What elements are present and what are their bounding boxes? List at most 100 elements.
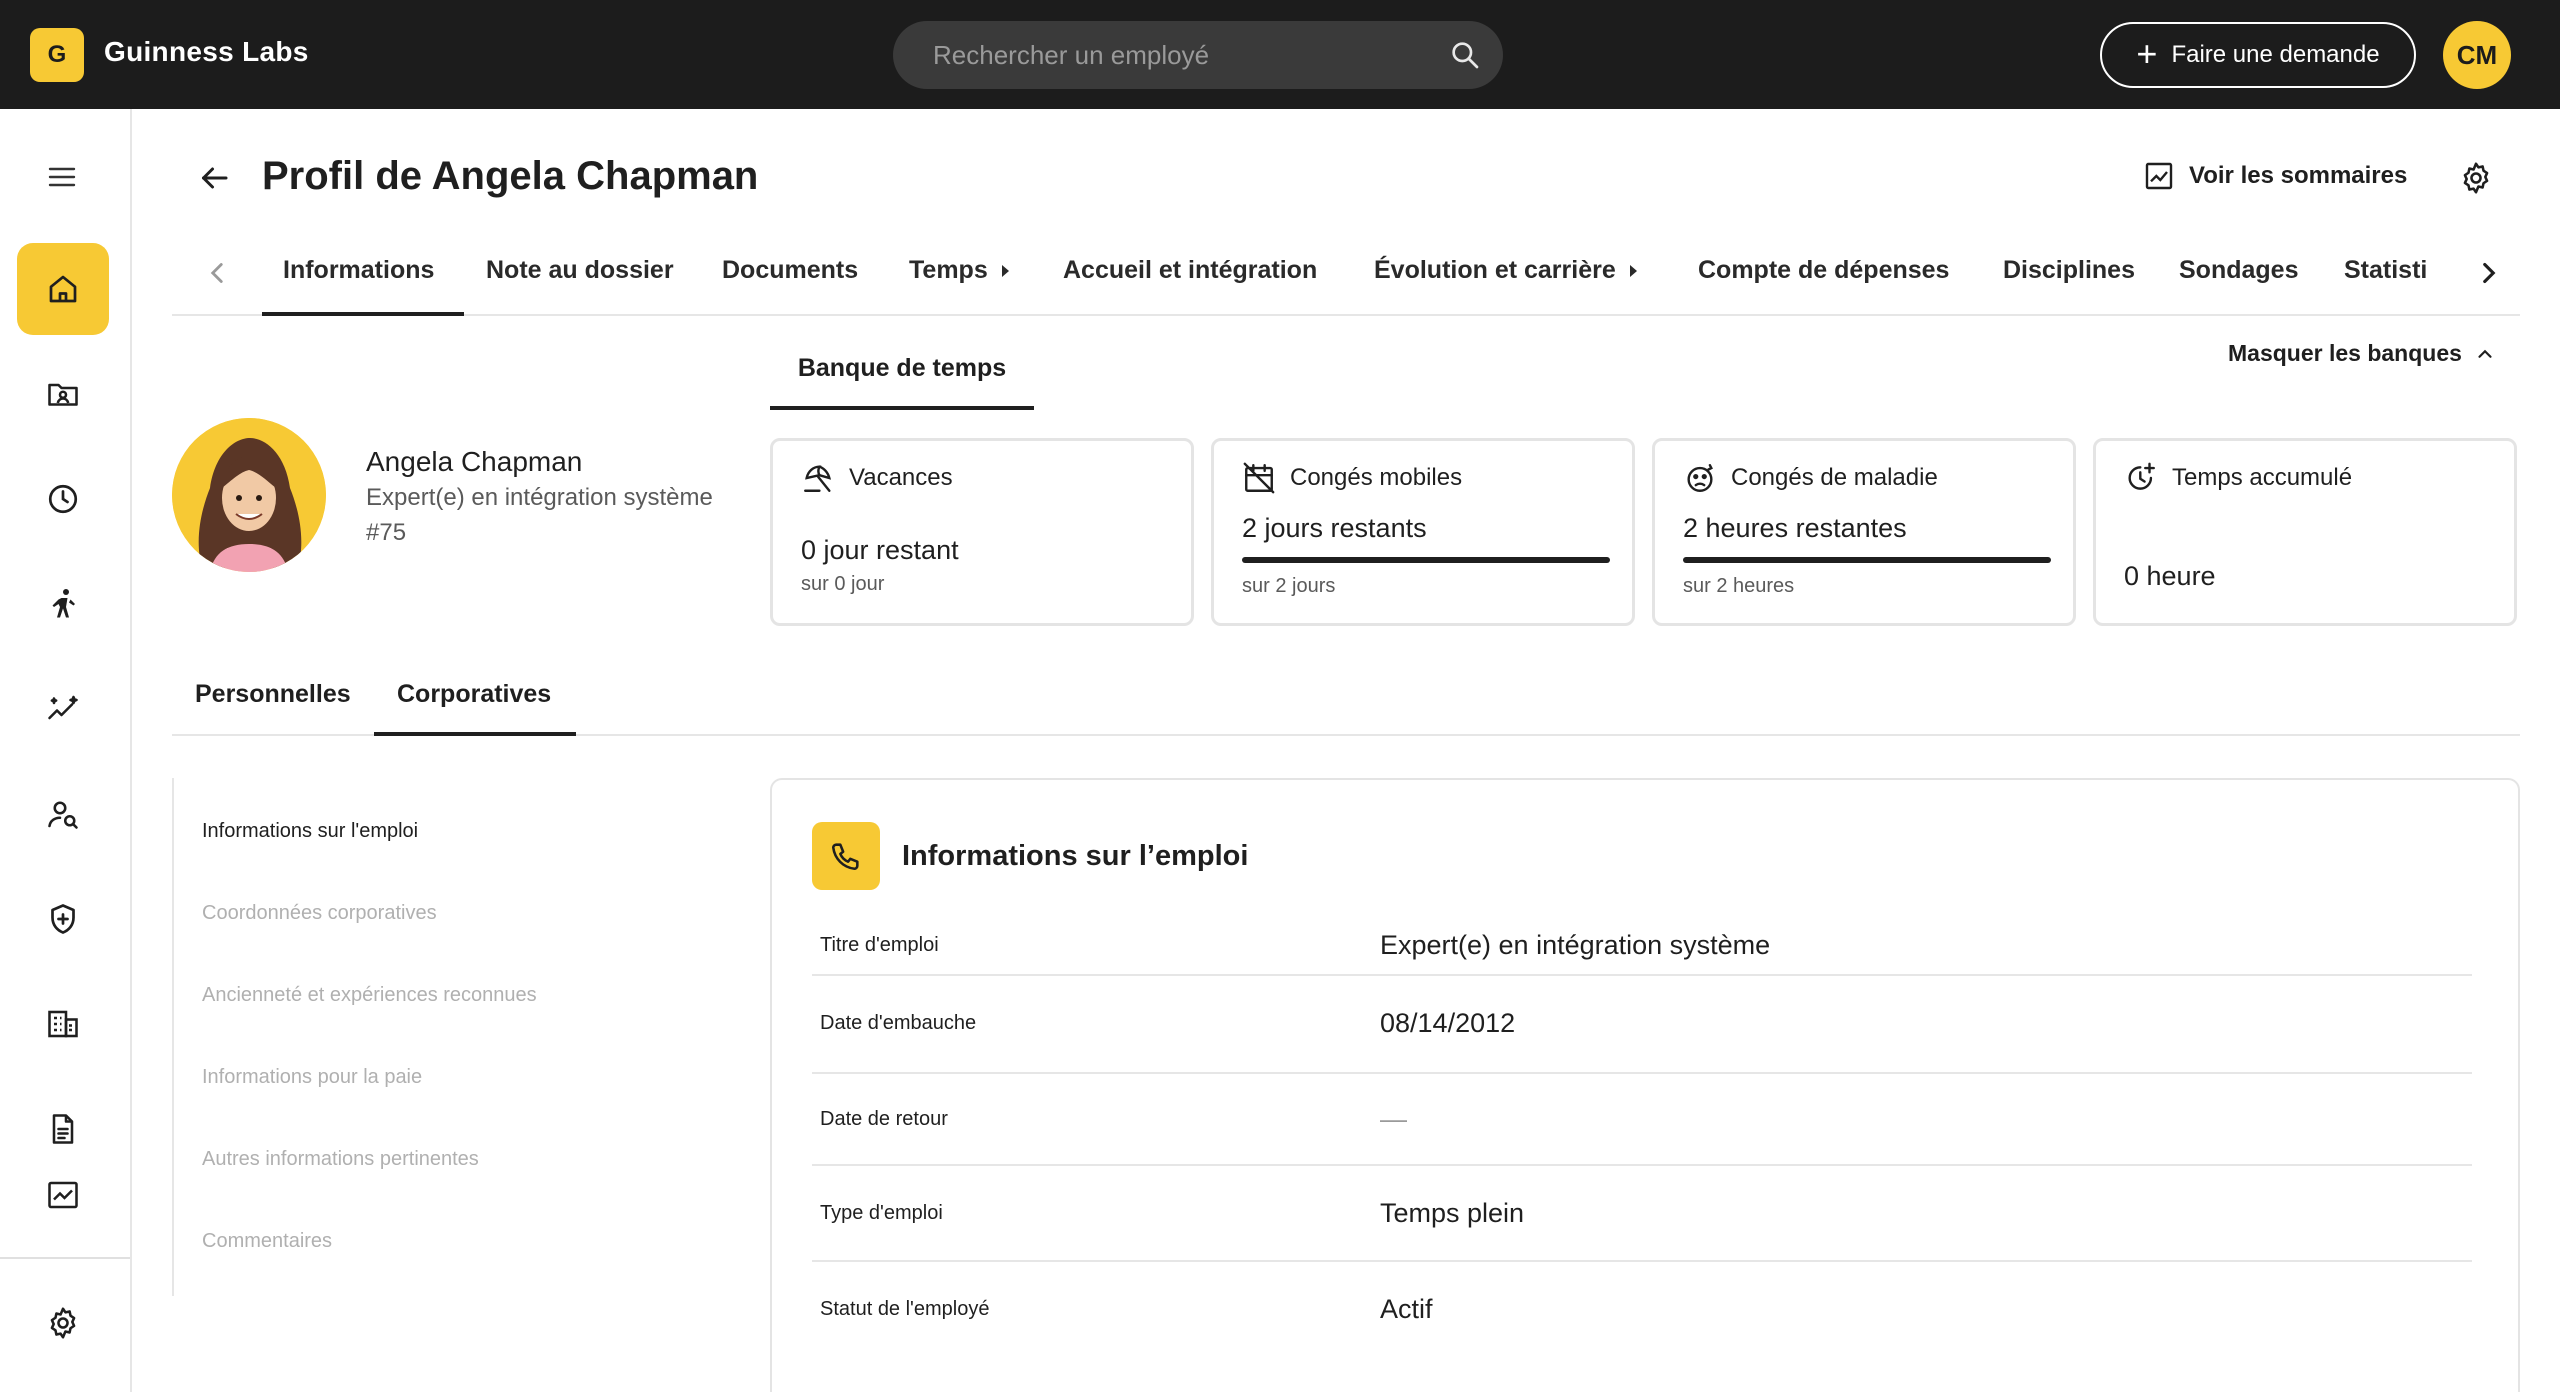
bank-progress-bar (1242, 557, 1610, 563)
sidebar-item-people-search[interactable] (17, 768, 109, 860)
chart-icon (2145, 162, 2173, 190)
company-logo[interactable]: G (30, 28, 84, 82)
beach-umbrella-icon (804, 465, 832, 492)
employee-search[interactable] (893, 21, 1503, 89)
phone-icon (831, 843, 859, 871)
search-input[interactable] (933, 21, 1413, 89)
chevron-right-icon[interactable] (2472, 256, 2506, 290)
bank-card-value: 2 heures restantes (1683, 513, 1907, 543)
tab-statistiques[interactable]: Statisti (2344, 256, 2427, 285)
bank-card-header: Vacances (801, 461, 953, 495)
tab-label: Compte de dépenses (1698, 256, 1950, 284)
bank-card-conges-maladie[interactable]: Congés de maladie 2 heures restantes sur… (1652, 438, 2076, 626)
section-link-autres-infos[interactable]: Autres informations pertinentes (202, 1148, 479, 1171)
settings-gear-icon[interactable] (2458, 160, 2494, 196)
tab-documents[interactable]: Documents (722, 256, 858, 285)
info-value: 08/14/2012 (1380, 1008, 1516, 1038)
back-arrow-icon[interactable] (196, 160, 232, 196)
sidebar-item-activity[interactable] (17, 558, 109, 650)
employee-name: Angela Chapman (366, 446, 583, 477)
subtab-personnelles[interactable]: Personnelles (195, 680, 351, 709)
brand-name: Guinness Labs (104, 36, 309, 67)
section-link-informations-emploi[interactable]: Informations sur l'emploi (202, 820, 418, 843)
tab-compte-depenses[interactable]: Compte de dépenses (1698, 256, 1949, 285)
bank-card-title: Vacances (849, 464, 953, 491)
sick-face-icon (1687, 464, 1713, 492)
bank-card-subtext: sur 2 jours (1242, 575, 1336, 597)
tab-label: Informations (283, 256, 435, 284)
bank-card-value: 2 jours restants (1242, 513, 1427, 543)
tab-accueil-integration[interactable]: Accueil et intégration (1063, 256, 1317, 285)
section-link-coordonnees[interactable]: Coordonnées corporatives (202, 902, 437, 925)
info-row-job-title: Titre d'emploi Expert(e) en intégration … (812, 880, 2472, 976)
hide-banks-toggle[interactable]: Masquer les banques (2228, 340, 2496, 367)
sidebar-item-performance[interactable] (17, 663, 109, 755)
bank-card-title: Temps accumulé (2172, 464, 2353, 491)
info-value: — (1380, 1104, 1407, 1134)
info-label: Titre d'emploi (820, 934, 939, 956)
submenu-arrow-icon (1001, 264, 1009, 277)
info-label: Type d'emploi (820, 1202, 943, 1224)
tab-banque-de-temps[interactable]: Banque de temps (770, 354, 1034, 410)
info-label: Statut de l'employé (820, 1298, 990, 1320)
sidebar-item-documents[interactable] (17, 1083, 109, 1175)
settings-icon (50, 1307, 76, 1339)
sidebar-item-health[interactable] (17, 873, 109, 965)
bank-card-value: 0 heure (2124, 561, 2216, 591)
info-value: Temps plein (1380, 1198, 1525, 1228)
tab-temps[interactable]: Temps (909, 256, 1009, 285)
bank-card-vacances[interactable]: Vacances 0 jour restant sur 0 jour (770, 438, 1194, 626)
sidebar-item-reports[interactable] (17, 1169, 109, 1209)
tab-evolution-carriere[interactable]: Évolution et carrière (1374, 256, 1637, 285)
chevron-left-icon[interactable] (200, 256, 234, 290)
person-activity-icon (52, 589, 75, 618)
bank-progress-bar (1683, 557, 2051, 563)
info-subtabs: Personnelles Corporatives (172, 670, 2520, 736)
user-avatar[interactable]: CM (2443, 21, 2511, 89)
tab-label: Documents (722, 256, 859, 284)
view-summaries-label: Voir les sommaires (2189, 162, 2408, 189)
subtab-corporatives[interactable]: Corporatives (397, 680, 551, 709)
active-subtab-indicator (374, 732, 576, 736)
section-link-commentaires[interactable]: Commentaires (202, 1230, 332, 1253)
bank-card-subtext: sur 2 heures (1683, 575, 1795, 597)
plus-icon: + (2136, 32, 2158, 74)
hide-banks-label: Masquer les banques (2228, 340, 2462, 366)
sidebar-item-home[interactable] (17, 243, 109, 335)
folder-person-icon (48, 383, 78, 406)
section-link-anciennete[interactable]: Ancienneté et expériences reconnues (202, 984, 537, 1007)
menu-icon[interactable] (42, 157, 82, 197)
person-search-icon (48, 801, 78, 829)
info-row-return-date: Date de retour — (812, 1074, 2472, 1166)
top-bar: G Guinness Labs + Faire une demande CM (0, 0, 2560, 109)
search-icon[interactable] (1449, 39, 1481, 71)
bank-card-temps-accumule[interactable]: Temps accumulé 0 heure (2093, 438, 2517, 626)
bank-card-subtext: sur 0 jour (801, 573, 885, 595)
chevron-up-icon (2478, 349, 2492, 358)
info-value: Expert(e) en intégration système (1380, 930, 1771, 960)
tab-note-au-dossier[interactable]: Note au dossier (486, 256, 674, 285)
bank-progress-fill (1683, 557, 2051, 563)
bank-card-header: Temps accumulé (2124, 461, 2352, 495)
tab-label: Accueil et intégration (1063, 256, 1318, 284)
tab-informations[interactable]: Informations (283, 256, 434, 285)
bank-card-conges-mobiles[interactable]: Congés mobiles 2 jours restants sur 2 jo… (1211, 438, 1635, 626)
tab-sondages[interactable]: Sondages (2179, 256, 2298, 285)
section-navigation: Informations sur l'emploi Coordonnées co… (172, 778, 732, 1296)
sidebar-item-company[interactable] (17, 978, 109, 1070)
tab-label: Note au dossier (486, 256, 674, 284)
sidebar-item-time[interactable] (17, 453, 109, 545)
building-icon (48, 1010, 78, 1038)
submenu-arrow-icon (1629, 264, 1637, 277)
profile-photo (172, 418, 326, 572)
make-request-button[interactable]: + Faire une demande (2100, 22, 2416, 88)
bank-card-title: Congés mobiles (1290, 464, 1463, 491)
view-summaries-button[interactable]: Voir les sommaires (2143, 160, 2407, 192)
sidebar (0, 109, 132, 1392)
clock-plus-icon (2128, 462, 2155, 490)
tab-disciplines[interactable]: Disciplines (2003, 256, 2135, 285)
tab-label: Disciplines (2003, 256, 2135, 284)
sidebar-item-settings[interactable] (17, 1277, 109, 1369)
section-link-paie[interactable]: Informations pour la paie (202, 1066, 422, 1089)
sidebar-item-folder[interactable] (17, 348, 109, 440)
